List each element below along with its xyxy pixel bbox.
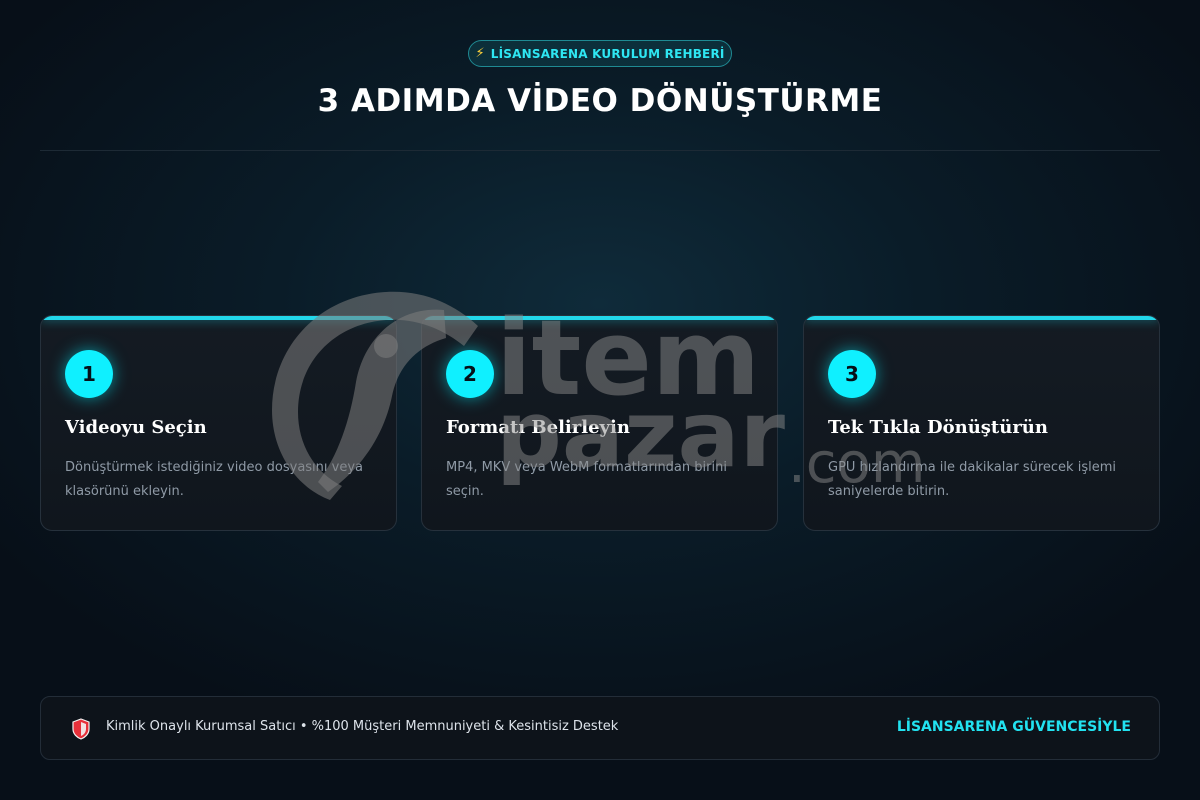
trust-footer: Kimlik Onaylı Kurumsal Satıcı • %100 Müş…	[40, 696, 1160, 760]
header-divider	[40, 150, 1160, 151]
shield-icon	[72, 718, 90, 740]
step-title-1: Videoyu Seçin	[65, 417, 207, 438]
step-description-3: GPU hızlandırma ile dakikalar sürecek iş…	[828, 460, 1116, 499]
page-title: 3 ADIMDA VİDEO DÖNÜŞTÜRME	[317, 83, 883, 119]
step-number-3: 3	[828, 350, 876, 398]
step-title-3: Tek Tıkla Dönüştürün	[828, 417, 1048, 438]
guide-badge: ⚡ LİSANSARENA KURULUM REHBERİ	[468, 40, 732, 67]
step-description-1: Dönüştürmek istediğiniz video dosyasını …	[65, 460, 364, 499]
step-number-2: 2	[446, 350, 494, 398]
steps-container: 1 Videoyu Seçin Dönüştürmek istediğiniz …	[40, 315, 1160, 531]
step-title-2: Formatı Belirleyin	[446, 417, 630, 438]
footer-brand-label: LİSANSARENA GÜVENCESİYLE	[896, 719, 1131, 735]
step-number-1: 1	[65, 350, 113, 398]
lightning-icon: ⚡	[475, 46, 485, 61]
step-description-2: MP4, MKV veya WebM formatlarından birini…	[446, 460, 727, 499]
step-card-2: 2 Formatı Belirleyin MP4, MKV veya WebM …	[421, 315, 778, 531]
step-card-3: 3 Tek Tıkla Dönüştürün GPU hızlandırma i…	[803, 315, 1160, 531]
guide-badge-label: LİSANSARENA KURULUM REHBERİ	[490, 46, 725, 61]
footer-trust-text: Kimlik Onaylı Kurumsal Satıcı • %100 Müş…	[106, 719, 619, 734]
step-card-1: 1 Videoyu Seçin Dönüştürmek istediğiniz …	[40, 315, 397, 531]
